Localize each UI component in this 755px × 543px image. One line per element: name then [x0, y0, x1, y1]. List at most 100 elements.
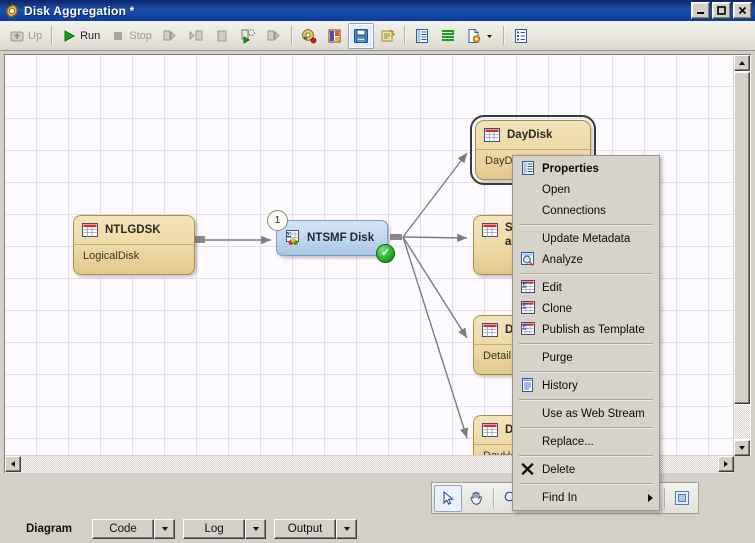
list-view-button[interactable] — [508, 23, 534, 49]
tab-output-dropdown[interactable] — [336, 518, 358, 539]
menu-find-in[interactable]: Find In — [513, 487, 659, 508]
node-ntsmf-disk-title: NTSMF Disk — [307, 232, 375, 244]
chevron-down-icon — [252, 526, 259, 531]
menu-separator-5 — [519, 399, 653, 400]
node-ntsmf-disk[interactable]: 1 Σ NTSMF Disk ✓ — [267, 210, 395, 263]
delete-x-icon — [517, 461, 539, 478]
menu-clone-label: Clone — [542, 302, 573, 315]
scroll-down-button[interactable] — [734, 440, 750, 456]
node-context-menu[interactable]: Properties Open Connections Update Metad… — [512, 155, 660, 511]
menu-separator-8 — [519, 483, 653, 484]
menu-use-web-stream[interactable]: Use as Web Stream — [513, 403, 659, 424]
menu-properties[interactable]: Properties — [513, 158, 659, 179]
export-button[interactable] — [461, 23, 499, 49]
menu-publish-template[interactable]: Σ Publish as Template — [513, 319, 659, 340]
node-ntlgdsk[interactable]: NTLGDSK LogicalDisk — [73, 215, 195, 275]
vertical-scrollbar[interactable] — [733, 55, 751, 456]
toolbar-separator-3 — [403, 26, 405, 45]
application-window: Disk Aggregation * Up Run Stop NTLGDSK L… — [0, 0, 755, 543]
menu-purge-label: Purge — [542, 351, 573, 364]
window-title: Disk Aggregation * — [24, 3, 135, 18]
history-doc-icon — [517, 377, 539, 394]
node-ntlgdsk-header: NTLGDSK — [74, 216, 194, 245]
chevron-down-icon[interactable] — [485, 28, 494, 44]
sigma-table-icon: Σ — [517, 321, 539, 338]
tab-code-dropdown[interactable] — [154, 518, 176, 539]
toolbar-separator-2 — [290, 26, 292, 45]
close-button[interactable] — [733, 2, 752, 19]
menu-connections[interactable]: Connections — [513, 200, 659, 221]
node-ntsmf-disk-header: Σ NTSMF Disk — [277, 221, 387, 255]
save-button[interactable] — [347, 22, 374, 49]
scroll-left-button[interactable] — [5, 456, 21, 472]
fit-tool[interactable] — [668, 485, 696, 512]
vertical-scroll-thumb[interactable] — [734, 72, 750, 404]
step-over-button[interactable] — [183, 23, 209, 49]
menu-clone[interactable]: Σ Clone — [513, 298, 659, 319]
menu-edit-label: Edit — [542, 281, 562, 294]
up-button[interactable]: Up — [4, 23, 47, 49]
datamart-button[interactable] — [322, 23, 348, 49]
bottom-tab-bar: Diagram Code Log Output — [0, 514, 755, 543]
vertical-scroll-track[interactable] — [734, 405, 750, 439]
menu-publish-template-label: Publish as Template — [542, 323, 645, 336]
step-into-icon — [162, 28, 178, 44]
run-to-cursor-icon — [240, 28, 256, 44]
fit-square-icon — [674, 490, 690, 506]
menu-purge[interactable]: Purge — [513, 347, 659, 368]
green-lines-icon — [440, 28, 456, 44]
window-controls — [691, 2, 752, 19]
menu-update-metadata[interactable]: Update Metadata — [513, 228, 659, 249]
svg-text:Σ: Σ — [522, 323, 527, 332]
menu-separator-2 — [519, 273, 653, 274]
scroll-right-button[interactable] — [718, 456, 734, 472]
gear-application-icon — [4, 3, 20, 19]
stop-button[interactable]: Stop — [105, 23, 157, 49]
folder-up-icon — [9, 28, 25, 44]
step-out-icon — [214, 28, 230, 44]
table-icon — [484, 127, 501, 143]
tab-log-dropdown[interactable] — [245, 518, 267, 539]
triangle-down-icon — [739, 446, 745, 450]
step-over-icon — [188, 28, 204, 44]
menu-separator-1 — [519, 224, 653, 225]
menu-connections-label: Connections — [542, 204, 606, 217]
align-button[interactable] — [435, 23, 461, 49]
settings-button[interactable] — [296, 23, 322, 49]
triangle-up-icon — [739, 61, 745, 65]
maximize-button[interactable] — [712, 2, 731, 19]
status-ok-icon: ✓ — [376, 244, 395, 263]
properties-button[interactable] — [409, 23, 435, 49]
pan-tool[interactable] — [462, 485, 490, 512]
table-icon — [482, 422, 499, 438]
menu-history[interactable]: History — [513, 375, 659, 396]
run-to-cursor-button[interactable] — [235, 23, 261, 49]
menu-edit[interactable]: Σ Edit — [513, 277, 659, 298]
tab-log[interactable]: Log — [183, 518, 246, 539]
step-out-button[interactable] — [209, 23, 235, 49]
continue-button[interactable] — [261, 23, 287, 49]
new-note-button[interactable] — [374, 23, 400, 49]
menu-update-metadata-label: Update Metadata — [542, 232, 631, 245]
table-icon — [82, 222, 99, 238]
table-icon — [482, 322, 499, 338]
tab-code[interactable]: Code — [92, 518, 155, 539]
menu-separator-6 — [519, 427, 653, 428]
tab-diagram[interactable]: Diagram — [18, 523, 80, 535]
minimize-button[interactable] — [691, 2, 710, 19]
tab-output[interactable]: Output — [274, 518, 337, 539]
scroll-up-button[interactable] — [734, 55, 750, 71]
menu-analyze[interactable]: Analyze — [513, 249, 659, 270]
run-button[interactable]: Run — [56, 23, 105, 49]
scrollbar-corner — [734, 456, 751, 473]
select-tool[interactable] — [434, 484, 462, 512]
menu-open[interactable]: Open — [513, 179, 659, 200]
menu-icon-placeholder — [517, 230, 539, 247]
menu-delete[interactable]: Delete — [513, 459, 659, 480]
menu-replace[interactable]: Replace... — [513, 431, 659, 452]
menu-analyze-label: Analyze — [542, 253, 583, 266]
chevron-down-icon — [343, 526, 350, 531]
table-icon — [482, 222, 499, 238]
sigma-table-icon: Σ — [285, 230, 301, 246]
step-into-button[interactable] — [157, 23, 183, 49]
